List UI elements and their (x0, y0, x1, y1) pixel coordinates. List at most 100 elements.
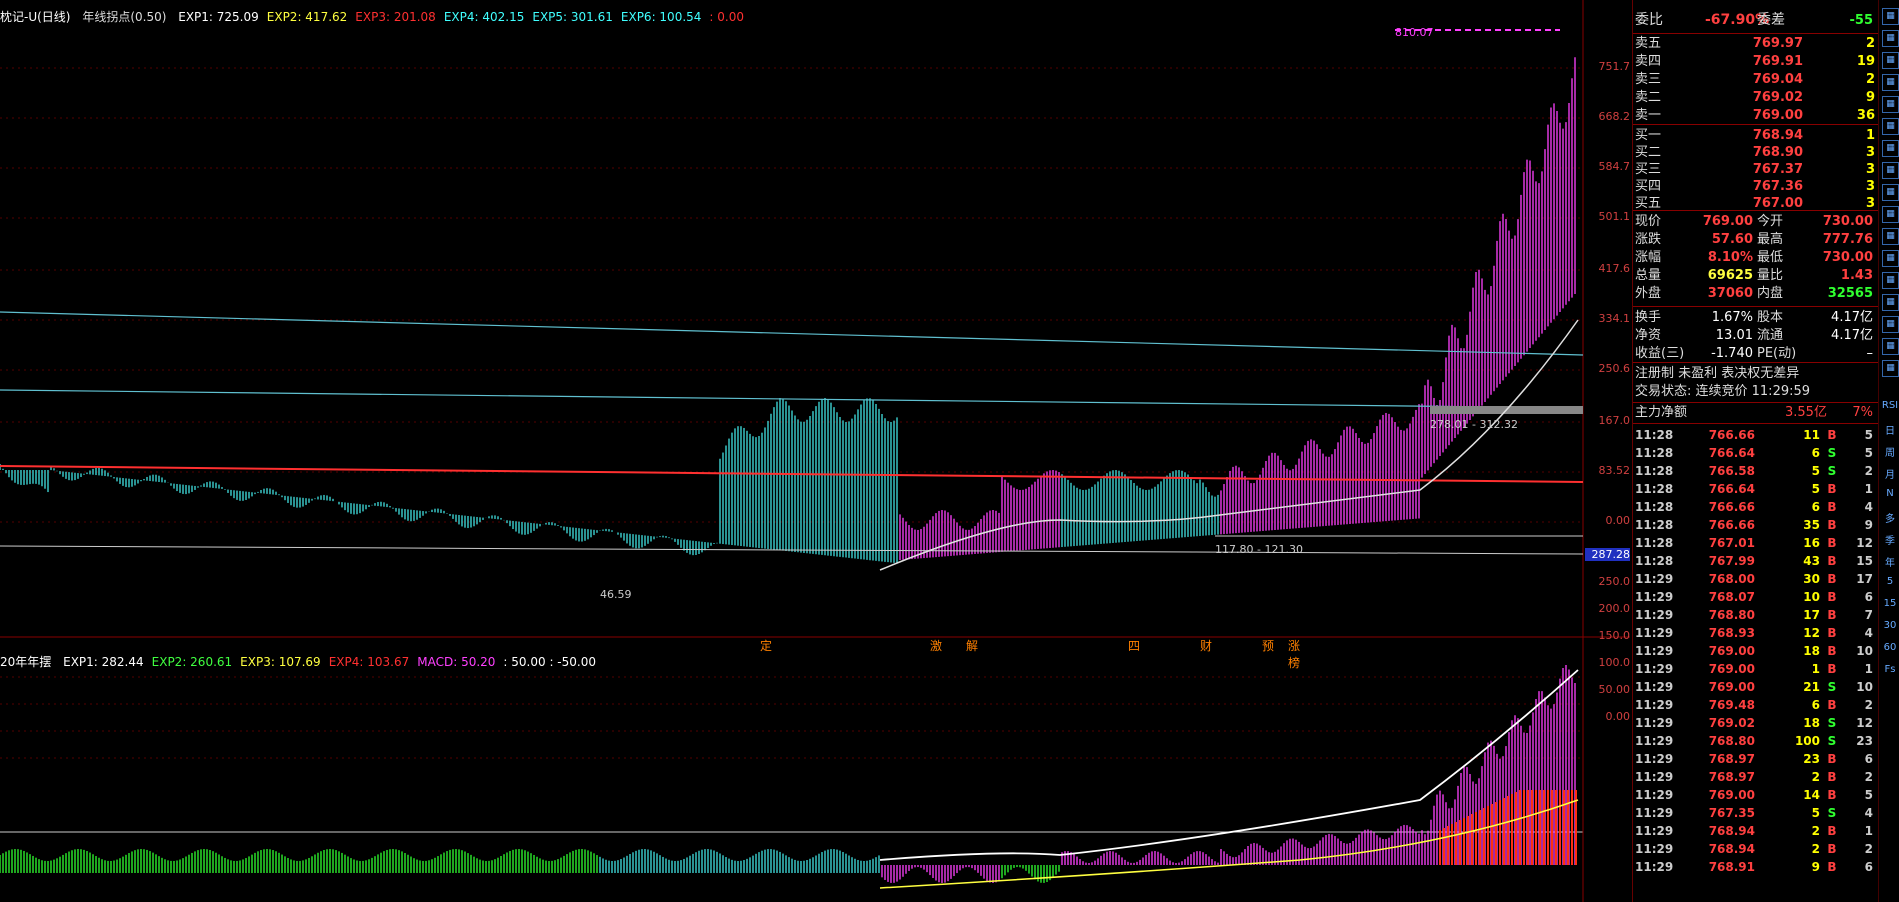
toolbar-icon[interactable]: ▦ (1882, 250, 1899, 267)
tick-row: 11:29 767.35 5 S 4 (1635, 806, 1873, 820)
main-grid (0, 0, 1630, 650)
tick-row: 11:29 768.93 12 B 4 (1635, 626, 1873, 640)
toolbar-icon[interactable]: ▦ (1882, 294, 1899, 311)
legend-item: EXP2: 417.62 (266, 10, 348, 24)
ask-level[interactable]: 卖四 769.91 19 (1635, 53, 1875, 70)
ask-level[interactable]: 卖五 769.97 2 (1635, 35, 1875, 52)
toolbar-icon[interactable]: ▦ (1882, 338, 1899, 355)
stat-row: 总量 69625 量比 1.43 (1635, 268, 1873, 283)
ask-level[interactable]: 卖二 769.02 9 (1635, 89, 1875, 106)
ask-level[interactable]: 卖一 769.00 36 (1635, 107, 1875, 124)
bid-level[interactable]: 买一 768.94 1 (1635, 127, 1875, 144)
bid-level[interactable]: 买四 767.36 3 (1635, 178, 1875, 195)
stat2-row: 净资 13.01 流通 4.17亿 (1635, 328, 1873, 343)
sub-legend-item: : 50.00 : -50.00 (503, 655, 596, 669)
bid-level[interactable]: 买三 767.37 3 (1635, 161, 1875, 178)
legend-item: EXP3: 201.08 (355, 10, 436, 24)
exp5-line (0, 311, 1584, 356)
sub-indicator-name: 20年年摆 (0, 655, 52, 669)
oscillator-chart[interactable] (0, 650, 1630, 902)
quote-panel: 委比 -67.90% 委差 -55 卖五 769.97 2 卖四 769.91 19 卖三 7… (1632, 0, 1878, 902)
range-label: 117.80 - 121.30 (1215, 543, 1303, 556)
price-axis-label: 417.6 (1598, 262, 1631, 275)
sub-legend: 20年年摆 EXP1: 282.44 EXP2: 260.61 EXP3: 107.… (0, 653, 612, 670)
tick-row: 11:29 769.00 14 B 5 (1635, 788, 1873, 802)
period-button[interactable]: 月 (1881, 466, 1899, 481)
exp6-line (0, 389, 1584, 409)
period-button[interactable]: 日 (1881, 422, 1899, 437)
tick-row: 11:28 766.66 6 B 4 (1635, 500, 1873, 514)
toolbar-icon[interactable]: ▦ (1882, 162, 1899, 179)
price-axis-label: 501.1 (1598, 210, 1631, 223)
period-button[interactable]: 5 (1881, 576, 1899, 587)
toolbar-icon[interactable]: ▦ (1882, 228, 1899, 245)
sub-legend-item: EXP1: 282.44 (63, 655, 144, 669)
period-button[interactable]: Fs (1881, 664, 1899, 675)
stat-row: 外盘 37060 内盘 32565 (1635, 286, 1873, 301)
price-axis-label: 167.0 (1598, 414, 1631, 427)
tick-row: 11:29 769.48 6 B 2 (1635, 698, 1873, 712)
period-button[interactable]: 年 (1881, 554, 1899, 569)
low-label: 46.59 (600, 588, 632, 601)
main-legend: 枕记-U(日线) 年线拐点(0.50) EXP1: 725.09 EXP2: 41… (0, 8, 760, 25)
tick-row: 11:28 767.99 43 B 15 (1635, 554, 1873, 568)
stock-name: 枕记-U(日线) (0, 10, 71, 24)
ask-level[interactable]: 卖三 769.04 2 (1635, 71, 1875, 88)
indicator-bars (0, 57, 1576, 564)
legend-item: EXP1: 725.09 (178, 10, 259, 24)
price-axis-label: 668.2 (1598, 110, 1631, 123)
price-axis: 751.7 668.2 584.7 501.1 417.6 334.1 250.6 167.0… (1583, 0, 1630, 902)
tick-row: 11:29 769.00 21 S 10 (1635, 680, 1873, 694)
tick-row: 11:28 766.66 11 B 5 (1635, 428, 1873, 442)
toolbar-icon[interactable]: ▦ (1882, 118, 1899, 135)
tick-row: 11:28 766.64 6 S 5 (1635, 446, 1873, 460)
osc-axis-label: 250.0 (1598, 575, 1631, 588)
period-button[interactable]: 60 (1881, 642, 1899, 653)
osc-axis-label: 100.0 (1598, 656, 1631, 669)
osc-axis-label: 0.00 (1605, 710, 1631, 723)
bid-level[interactable]: 买二 768.90 3 (1635, 144, 1875, 161)
tick-row: 11:28 766.64 5 B 1 (1635, 482, 1873, 496)
period-button[interactable]: 15 (1881, 598, 1899, 609)
tick-row: 11:29 768.91 9 B 6 (1635, 860, 1873, 874)
stat-row: 涨幅 8.10% 最低 730.00 (1635, 250, 1873, 265)
trade-state: 交易状态: 连续竞价 11:29:59 (1635, 384, 1811, 399)
sub-legend-item: EXP2: 260.61 (151, 655, 233, 669)
main-flow[interactable]: 主力净额 3.55亿 7% (1635, 404, 1875, 421)
tick-row: 11:29 769.00 18 B 10 (1635, 644, 1873, 658)
toolbar-icon[interactable]: ▦ (1882, 52, 1899, 69)
price-axis-label: 250.6 (1598, 362, 1631, 375)
osc-axis-label: 287.28 (1585, 548, 1630, 561)
period-button[interactable]: 30 (1881, 620, 1899, 631)
period-button[interactable]: 季 (1881, 532, 1899, 547)
tick-row: 11:29 768.00 30 B 17 (1635, 572, 1873, 586)
toolbar-icon[interactable]: ▦ (1882, 360, 1899, 377)
main-price-chart[interactable] (0, 0, 1630, 650)
stat2-row: 换手 1.67% 股本 4.17亿 (1635, 310, 1873, 325)
weibi-row: 委比 -67.90% 委差 -55 (1635, 12, 1873, 28)
tick-row: 11:29 768.97 2 B 2 (1635, 770, 1873, 784)
period-button[interactable]: N (1881, 488, 1899, 499)
sub-legend-item: EXP4: 103.67 (328, 655, 410, 669)
toolbar-icon[interactable]: ▦ (1882, 206, 1899, 223)
toolbar-icon[interactable]: ▦ (1882, 96, 1899, 113)
notice: 注册制 未盈利 表决权无差异 (1635, 366, 1800, 381)
toolbar-icon[interactable]: ▦ (1882, 272, 1899, 289)
period-button[interactable]: 多 (1881, 510, 1899, 525)
tick-row: 11:29 768.80 17 B 7 (1635, 608, 1873, 622)
toolbar-icon[interactable]: ▦ (1882, 74, 1899, 91)
period-button[interactable]: 周 (1881, 444, 1899, 459)
toolbar-icon[interactable]: ▦ (1882, 140, 1899, 157)
stat2-row: 收益(三) -1.740 PE(动) – (1635, 346, 1873, 361)
toolbar-icon[interactable]: ▦ (1882, 316, 1899, 333)
period-button[interactable]: RSI (1881, 400, 1899, 411)
toolbar-icon[interactable]: ▦ (1882, 30, 1899, 47)
tool-strip[interactable]: ▦ ▦ ▦ ▦ ▦ ▦ ▦ ▦ ▦ ▦ ▦ ▦ ▦ ▦ ▦ ▦ ▦ RSI 日周月 N 多季年 5 15 30 60 Fs (1878, 0, 1899, 902)
osc-axis-label: 150.0 (1598, 629, 1631, 642)
tick-row: 11:29 768.07 10 B 6 (1635, 590, 1873, 604)
legend-item: EXP6: 100.54 (620, 10, 702, 24)
toolbar-icon[interactable]: ▦ (1882, 8, 1899, 25)
toolbar-icon[interactable]: ▦ (1882, 184, 1899, 201)
tick-row: 11:29 769.02 18 S 12 (1635, 716, 1873, 730)
tick-row: 11:29 769.00 1 B 1 (1635, 662, 1873, 676)
